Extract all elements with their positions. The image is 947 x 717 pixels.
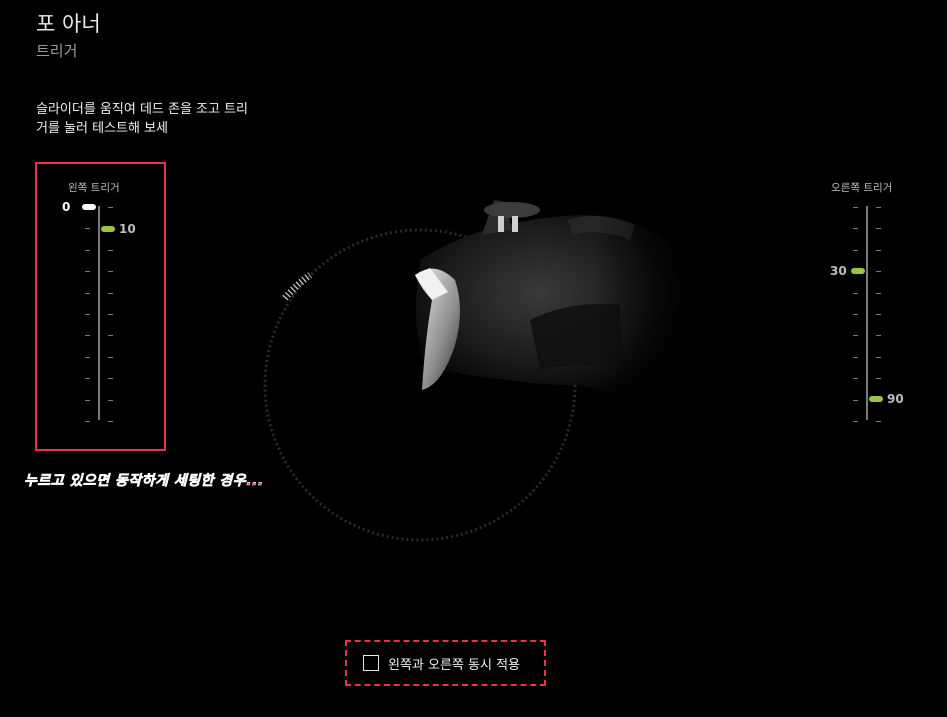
right-trigger-low-handle[interactable] — [851, 268, 865, 274]
slider-tick — [85, 292, 90, 294]
slider-tick — [108, 378, 113, 380]
slider-tick — [853, 228, 858, 230]
slider-tick — [85, 399, 90, 401]
right-trigger-track[interactable] — [866, 206, 868, 420]
slider-tick — [108, 249, 113, 251]
left-trigger-high-value: 10 — [119, 222, 136, 236]
apply-both-option[interactable]: 왼쪽과 오른쪽 동시 적용 — [345, 640, 546, 686]
slider-tick — [85, 314, 90, 315]
slider-tick — [108, 292, 113, 294]
right-trigger-low-value: 30 — [830, 264, 847, 278]
slider-tick — [85, 228, 90, 230]
left-trigger-highlight — [35, 162, 166, 451]
slider-tick — [108, 271, 113, 273]
slider-tick — [85, 335, 90, 337]
right-trigger-label: 오른쪽 트리거 — [831, 182, 893, 194]
slider-tick — [85, 271, 90, 273]
slider-tick — [108, 421, 113, 422]
slider-tick — [85, 249, 90, 251]
slider-tick — [853, 292, 858, 294]
slider-tick — [108, 207, 113, 208]
annotation-text: 누르고 있으면 동작하게 세팅한 경우... — [24, 473, 264, 490]
slider-tick — [108, 399, 113, 401]
slider-tick — [876, 271, 881, 273]
page-subtitle: 트리거 — [36, 42, 78, 60]
slider-tick — [853, 249, 858, 251]
slider-tick — [876, 335, 881, 337]
slider-tick — [853, 335, 858, 337]
slider-tick — [108, 335, 113, 337]
right-trigger-high-handle[interactable] — [869, 396, 883, 402]
slider-tick — [876, 421, 881, 422]
slider-tick — [853, 314, 858, 315]
page-title: 포 아너 — [36, 12, 101, 36]
slider-tick — [876, 378, 881, 380]
slider-tick — [876, 314, 881, 315]
slider-tick — [85, 356, 90, 358]
right-trigger-high-value: 90 — [887, 392, 904, 406]
slider-tick — [85, 378, 90, 380]
slider-tick — [876, 228, 881, 230]
slider-tick — [853, 207, 858, 208]
slider-tick — [853, 356, 858, 358]
slider-tick — [853, 378, 858, 380]
left-trigger-low-value: 0 — [62, 200, 71, 214]
slider-tick — [876, 292, 881, 294]
apply-both-label: 왼쪽과 오른쪽 동시 적용 — [388, 657, 520, 673]
slider-tick — [108, 356, 113, 358]
slider-tick — [876, 356, 881, 358]
instruction-text: 슬라이더를 움직여 데드 존을 조고 트리거를 눌러 테스트해 보세 — [36, 102, 249, 136]
apply-both-checkbox[interactable] — [363, 655, 379, 671]
slider-tick — [853, 399, 858, 401]
left-trigger-low-handle[interactable] — [82, 204, 96, 210]
slider-tick — [876, 249, 881, 251]
slider-tick — [853, 421, 858, 422]
left-trigger-label: 왼쪽 트리거 — [68, 182, 120, 194]
slider-tick — [85, 421, 90, 422]
left-trigger-track[interactable] — [98, 206, 100, 420]
slider-tick — [876, 207, 881, 208]
controller-image — [250, 180, 710, 570]
slider-tick — [108, 314, 113, 315]
left-trigger-high-handle[interactable] — [101, 226, 115, 232]
